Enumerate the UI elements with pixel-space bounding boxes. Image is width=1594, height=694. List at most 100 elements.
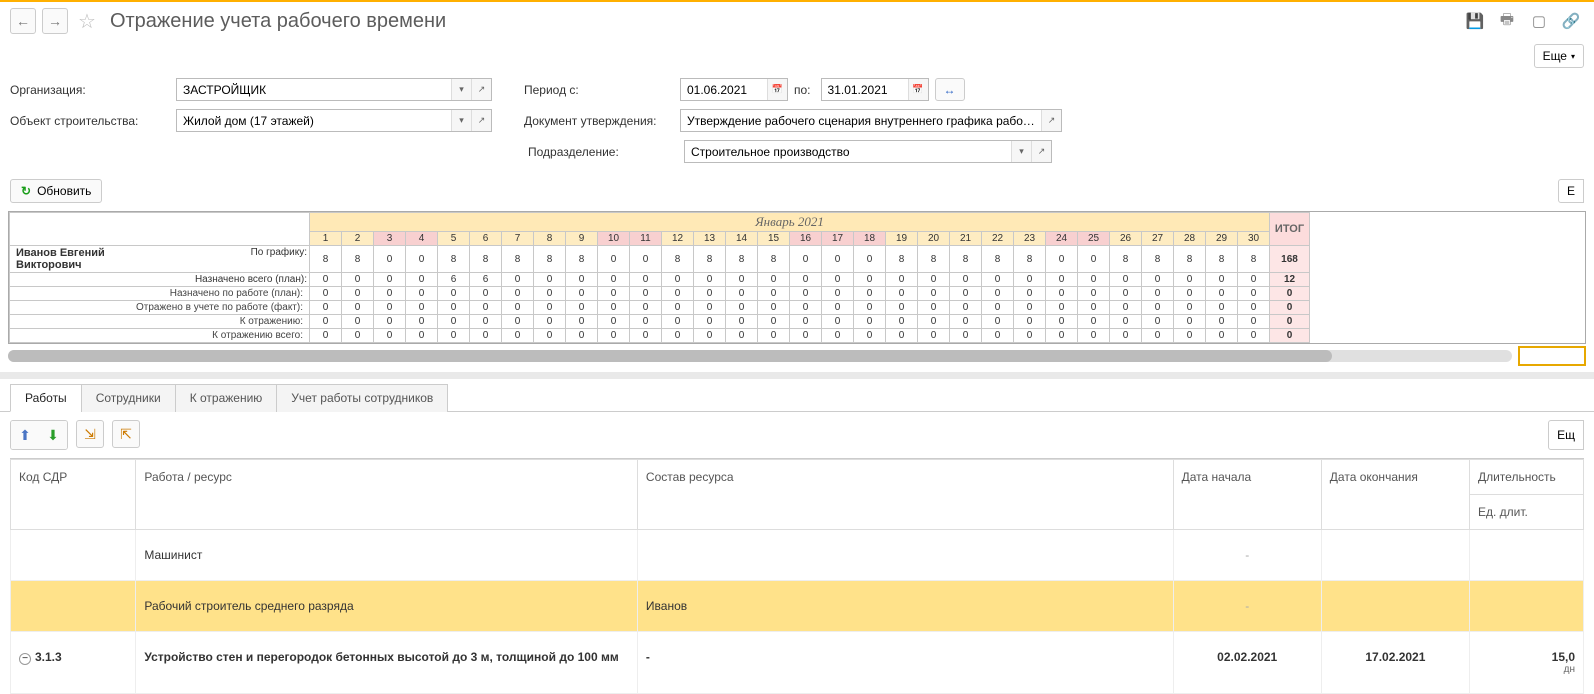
grid-cell[interactable]: 0 — [1014, 329, 1046, 343]
grid-cell[interactable]: 8 — [1206, 246, 1238, 273]
grid-cell[interactable]: 0 — [534, 287, 566, 301]
collapse-button[interactable]: ⇱ — [112, 420, 140, 448]
grid-cell[interactable]: 0 — [886, 287, 918, 301]
grid-cell[interactable]: 0 — [566, 287, 598, 301]
refresh-button[interactable]: ↻ Обновить — [10, 179, 102, 203]
col-code[interactable]: Код СДР — [11, 460, 136, 530]
grid-cell[interactable]: 0 — [790, 246, 822, 273]
grid-cell[interactable]: 0 — [694, 301, 726, 315]
grid-cell[interactable]: 8 — [1110, 246, 1142, 273]
grid-cell[interactable]: 0 — [470, 287, 502, 301]
grid-cell[interactable]: 0 — [1110, 301, 1142, 315]
grid-cell[interactable]: 8 — [1238, 246, 1270, 273]
grid-cell[interactable]: 0 — [630, 315, 662, 329]
more-button[interactable]: Еще ▾ — [1534, 44, 1584, 68]
grid-cell[interactable]: 0 — [662, 287, 694, 301]
grid-cell[interactable]: 8 — [534, 246, 566, 273]
grid-cell[interactable]: 0 — [854, 246, 886, 273]
grid-cell[interactable]: 0 — [982, 273, 1014, 287]
grid-cell[interactable]: 0 — [342, 273, 374, 287]
grid-cell[interactable]: 0 — [598, 273, 630, 287]
period-from-calendar-button[interactable]: 📅 — [767, 79, 787, 100]
grid-cell[interactable]: 0 — [854, 329, 886, 343]
grid-cell[interactable]: 0 — [630, 287, 662, 301]
grid-cell[interactable]: 0 — [790, 301, 822, 315]
grid-cell[interactable]: 0 — [566, 329, 598, 343]
grid-cell[interactable]: 0 — [662, 301, 694, 315]
grid-cell[interactable]: 0 — [438, 315, 470, 329]
grid-cell[interactable]: 0 — [1078, 329, 1110, 343]
grid-cell[interactable]: 0 — [1206, 329, 1238, 343]
move-down-button[interactable]: ⬇ — [39, 421, 67, 449]
grid-cell[interactable]: 0 — [918, 273, 950, 287]
grid-cell[interactable]: 0 — [374, 329, 406, 343]
grid-cell[interactable]: 0 — [1046, 287, 1078, 301]
grid-cell[interactable]: 0 — [1046, 246, 1078, 273]
grid-cell[interactable]: 0 — [822, 315, 854, 329]
grid-cell[interactable]: 6 — [438, 273, 470, 287]
grid-cell[interactable]: 0 — [310, 301, 342, 315]
col-date-start[interactable]: Дата начала — [1173, 460, 1321, 530]
grid-cell[interactable]: 0 — [694, 315, 726, 329]
tab-Работы[interactable]: Работы — [10, 384, 82, 412]
grid-cell[interactable]: 0 — [374, 315, 406, 329]
grid-cell[interactable]: 0 — [534, 301, 566, 315]
grid-cell[interactable]: 0 — [406, 287, 438, 301]
grid-cell[interactable]: 0 — [1206, 301, 1238, 315]
table-row[interactable]: Машинист- — [11, 530, 1584, 581]
grid-cell[interactable]: 0 — [726, 315, 758, 329]
grid-cell[interactable]: 0 — [822, 246, 854, 273]
dept-input[interactable] — [685, 141, 1011, 162]
col-work[interactable]: Работа / ресурс — [136, 460, 638, 530]
period-from-input[interactable] — [681, 79, 767, 100]
grid-cell[interactable]: 0 — [310, 329, 342, 343]
grid-cell[interactable]: 0 — [758, 329, 790, 343]
grid-cell[interactable]: 0 — [950, 301, 982, 315]
grid-cell[interactable]: 0 — [918, 287, 950, 301]
grid-cell[interactable]: 8 — [950, 246, 982, 273]
grid-cell[interactable]: 0 — [598, 246, 630, 273]
grid-cell[interactable]: 0 — [406, 273, 438, 287]
grid-cell[interactable]: 0 — [1174, 329, 1206, 343]
tree-collapse-icon[interactable]: − — [19, 653, 31, 665]
grid-cell[interactable]: 0 — [758, 273, 790, 287]
report-icon[interactable]: ▢ — [1528, 10, 1550, 32]
grid-cell[interactable]: 0 — [406, 315, 438, 329]
doc-open-button[interactable]: ↗ — [1041, 110, 1061, 131]
grid-cell[interactable]: 0 — [598, 287, 630, 301]
grid-cell[interactable]: 0 — [886, 329, 918, 343]
grid-cell[interactable]: 0 — [310, 315, 342, 329]
grid-cell[interactable]: 8 — [918, 246, 950, 273]
grid-cell[interactable]: 0 — [790, 315, 822, 329]
grid-cell[interactable]: 0 — [950, 315, 982, 329]
grid-cell[interactable]: 6 — [470, 273, 502, 287]
grid-cell[interactable]: 0 — [1142, 329, 1174, 343]
grid-cell[interactable]: 0 — [374, 246, 406, 273]
grid-cell[interactable]: 0 — [1078, 315, 1110, 329]
grid-cell[interactable]: 0 — [502, 315, 534, 329]
period-to-input[interactable] — [822, 79, 908, 100]
dept-dropdown-button[interactable]: ▾ — [1011, 141, 1031, 162]
grid-cell[interactable]: 0 — [438, 301, 470, 315]
grid-cell[interactable]: 0 — [822, 301, 854, 315]
grid-cell[interactable]: 0 — [1014, 315, 1046, 329]
table-row[interactable]: Рабочий строитель среднего разрядаИванов… — [11, 581, 1584, 632]
grid-cell[interactable]: 0 — [502, 287, 534, 301]
timesheet-grid[interactable]: Январь 2021ИТОГ1234567891011121314151617… — [8, 211, 1586, 344]
grid-cell[interactable]: 0 — [982, 315, 1014, 329]
table-row[interactable]: −3.1.3Устройство стен и перегородок бето… — [11, 632, 1584, 694]
expand-button[interactable]: ⇲ — [76, 420, 104, 448]
col-resource[interactable]: Состав ресурса — [637, 460, 1173, 530]
grid-cell[interactable]: 0 — [822, 287, 854, 301]
grid-cell[interactable]: 0 — [854, 301, 886, 315]
grid-cell[interactable]: 0 — [310, 273, 342, 287]
grid-cell[interactable]: 0 — [854, 315, 886, 329]
grid-cell[interactable]: 0 — [1046, 329, 1078, 343]
grid-cell[interactable]: 0 — [1174, 287, 1206, 301]
grid-cell[interactable]: 8 — [1174, 246, 1206, 273]
grid-cell[interactable]: 0 — [694, 329, 726, 343]
grid-cell[interactable]: 0 — [854, 273, 886, 287]
grid-cell[interactable]: 0 — [534, 329, 566, 343]
grid-cell[interactable]: 0 — [630, 329, 662, 343]
grid-cell[interactable]: 0 — [726, 329, 758, 343]
